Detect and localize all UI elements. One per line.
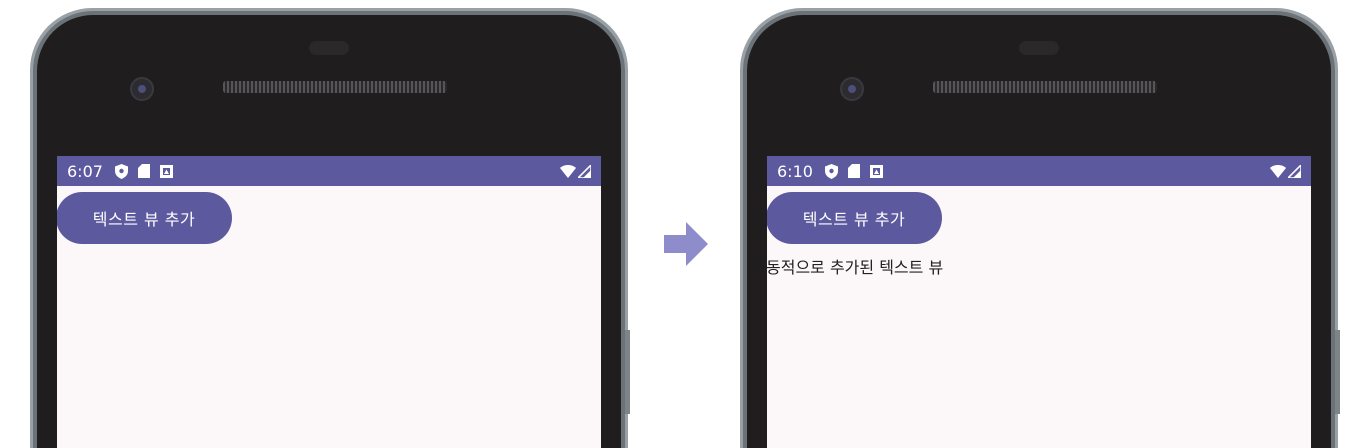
phone-after: 6:10 텍스트 뷰 추가 동적으로 추가된 텍스트 뷰 xyxy=(740,8,1338,448)
shield-icon xyxy=(824,163,838,179)
speaker-grille xyxy=(933,81,1157,93)
add-text-view-button[interactable]: 텍스트 뷰 추가 xyxy=(767,192,942,244)
sd-card-icon xyxy=(137,164,150,178)
add-text-view-button[interactable]: 텍스트 뷰 추가 xyxy=(57,192,232,244)
power-button xyxy=(625,330,630,414)
status-system-icons xyxy=(560,164,591,178)
sensor-slot xyxy=(1019,41,1059,55)
phone-frame: 6:10 텍스트 뷰 추가 동적으로 추가된 텍스트 뷰 xyxy=(743,11,1335,448)
notification-icon xyxy=(159,164,173,178)
status-bar: 6:07 xyxy=(57,156,601,186)
phone-before: 6:07 텍스트 뷰 추가 xyxy=(30,8,628,448)
right-arrow-icon xyxy=(664,222,708,266)
notification-icon xyxy=(869,164,883,178)
phone-frame: 6:07 텍스트 뷰 추가 xyxy=(33,11,625,448)
shield-icon xyxy=(114,163,128,179)
phone-bezel: 6:07 텍스트 뷰 추가 xyxy=(37,15,621,448)
status-notification-icons xyxy=(824,163,883,179)
front-camera-icon xyxy=(840,77,864,101)
sd-card-icon xyxy=(847,164,860,178)
app-screen: 6:07 텍스트 뷰 추가 xyxy=(57,156,601,448)
speaker-grille xyxy=(223,81,447,93)
wifi-icon xyxy=(1270,164,1286,178)
power-button xyxy=(1335,330,1340,414)
app-screen: 6:10 텍스트 뷰 추가 동적으로 추가된 텍스트 뷰 xyxy=(767,156,1311,448)
wifi-icon xyxy=(560,164,576,178)
front-camera-icon xyxy=(130,77,154,101)
status-system-icons xyxy=(1270,164,1301,178)
status-bar: 6:10 xyxy=(767,156,1311,186)
phone-bezel: 6:10 텍스트 뷰 추가 동적으로 추가된 텍스트 뷰 xyxy=(747,15,1331,448)
sensor-slot xyxy=(309,41,349,55)
status-time: 6:07 xyxy=(67,161,103,181)
status-time: 6:10 xyxy=(777,161,813,181)
signal-icon xyxy=(578,164,591,178)
status-notification-icons xyxy=(114,163,173,179)
signal-icon xyxy=(1288,164,1301,178)
added-text-view: 동적으로 추가된 텍스트 뷰 xyxy=(767,258,944,277)
